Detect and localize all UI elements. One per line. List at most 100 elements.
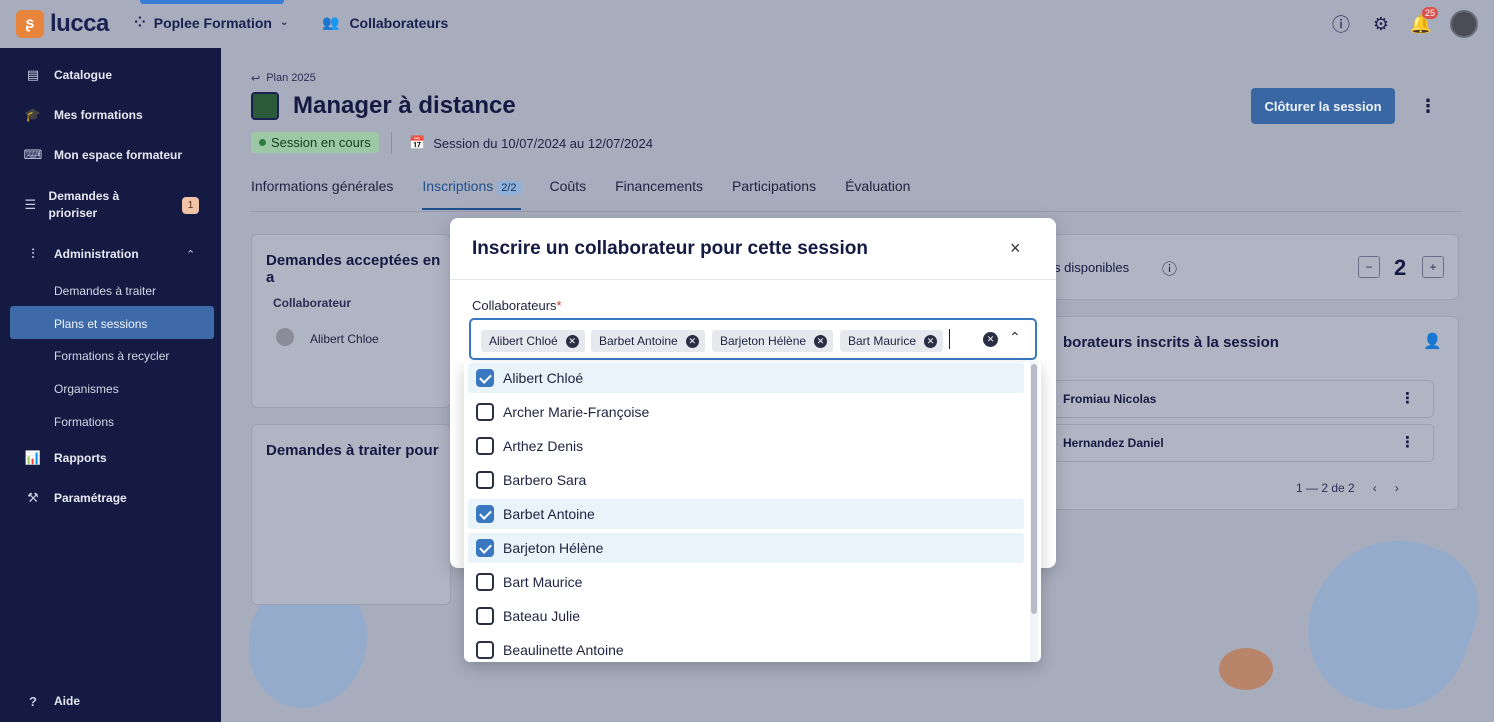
- page-title-text: Manager à distance: [293, 92, 516, 119]
- user-avatar[interactable]: [1450, 10, 1478, 38]
- remove-chip-icon[interactable]: ✕: [814, 334, 828, 348]
- tab-informations[interactable]: Informations générales: [251, 178, 393, 210]
- remove-chip-icon[interactable]: ✕: [565, 334, 579, 348]
- checkbox[interactable]: [476, 539, 494, 557]
- scrollbar-thumb[interactable]: [1031, 364, 1037, 614]
- tab-inscriptions[interactable]: Inscriptions 2/2: [422, 178, 521, 210]
- sidebar-sub-formations-recycler[interactable]: Formations à recycler: [54, 349, 169, 363]
- status-text: Session en cours: [271, 135, 371, 150]
- checkbox[interactable]: [476, 607, 494, 625]
- more-options-icon[interactable]: ⋮: [1400, 389, 1415, 407]
- training-icon: [251, 92, 279, 120]
- sidebar-sub-demandes-traiter[interactable]: Demandes à traiter: [54, 284, 156, 298]
- add-user-icon[interactable]: 👤: [1423, 332, 1442, 350]
- gear-icon[interactable]: ⚙: [1370, 13, 1392, 35]
- list-item[interactable]: Barbet Antoine: [468, 499, 1024, 529]
- decrement-button[interactable]: −: [1358, 256, 1380, 278]
- sidebar-sub-formations[interactable]: Formations: [54, 415, 114, 429]
- sidebar-item-label: Mes formations: [54, 108, 143, 122]
- info-icon[interactable]: ⓘ: [1330, 13, 1352, 35]
- more-options-icon[interactable]: ⋮: [1419, 96, 1437, 117]
- accepted-requests-card: Demandes acceptées en a Collaborateur Al…: [251, 234, 451, 408]
- chevron-down-icon: ⌄: [279, 17, 289, 28]
- sidebar-item-aide[interactable]: ? Aide: [24, 692, 80, 710]
- checkbox[interactable]: [476, 437, 494, 455]
- info-icon: ⓘ: [1162, 261, 1178, 278]
- tab-evaluation[interactable]: Évaluation: [845, 178, 910, 210]
- app-switcher[interactable]: ⁘ Poplee Formation ⌄: [134, 14, 288, 31]
- field-label-text: Collaborateurs: [472, 298, 557, 313]
- checkbox[interactable]: [476, 505, 494, 523]
- checkbox[interactable]: [476, 403, 494, 421]
- option-label: Bateau Julie: [503, 608, 581, 624]
- sidebar-item-mes-formations[interactable]: 🎓 Mes formations: [24, 106, 143, 124]
- tab-couts[interactable]: Coûts: [550, 178, 587, 210]
- status-dot-icon: [259, 139, 266, 146]
- option-label: Beaulinette Antoine: [503, 642, 624, 658]
- list-item[interactable]: Barbero Sara: [468, 465, 1024, 495]
- list-item[interactable]: Alibert Chloé: [468, 363, 1024, 393]
- card-title: Demandes acceptées en a: [266, 252, 441, 286]
- chip-label: Bart Maurice: [848, 334, 917, 348]
- remove-chip-icon[interactable]: ✕: [924, 334, 938, 348]
- sidebar-sub-organismes[interactable]: Organismes: [54, 382, 119, 396]
- close-icon[interactable]: ×: [1010, 238, 1021, 259]
- users-icon: 👥: [322, 14, 340, 30]
- sidebar-item-rapports[interactable]: 📊 Rapports: [24, 449, 107, 467]
- selected-chip: Alibert Chloé ✕: [481, 330, 585, 352]
- list-item[interactable]: Archer Marie-Françoise: [468, 397, 1024, 427]
- breadcrumb[interactable]: ↩ Plan 2025: [251, 72, 316, 85]
- chip-label: Barjeton Hélène: [720, 334, 807, 348]
- enrolled-name: Fromiau Nicolas: [1063, 392, 1157, 406]
- sidebar-sub-plans-sessions[interactable]: Plans et sessions: [54, 317, 147, 331]
- list-item[interactable]: Bateau Julie: [468, 601, 1024, 631]
- list-item[interactable]: Hernandez Daniel ⋮: [1052, 424, 1434, 462]
- bell-icon[interactable]: 🔔 25: [1410, 7, 1438, 35]
- checkbox[interactable]: [476, 369, 494, 387]
- page-title: Manager à distance: [251, 92, 516, 120]
- sidebar-item-espace-formateur[interactable]: ⌨ Mon espace formateur: [24, 146, 182, 164]
- list-item[interactable]: Fromiau Nicolas ⋮: [1052, 380, 1434, 418]
- sidebar-item-administration[interactable]: ⫶ Administration: [24, 245, 138, 263]
- back-arrow-icon: ↩: [251, 73, 261, 85]
- more-options-icon[interactable]: ⋮: [1400, 433, 1415, 451]
- selected-chip: Barjeton Hélène ✕: [712, 330, 834, 352]
- list-item[interactable]: Barjeton Hélène: [468, 533, 1024, 563]
- graduation-icon: 🎓: [24, 107, 42, 122]
- pagination: 1 — 2 de 2 ‹ ›: [1296, 481, 1399, 495]
- collaborators-multiselect[interactable]: Alibert Chloé ✕ Barbet Antoine ✕ Barjeton …: [469, 318, 1037, 360]
- list-item[interactable]: Beaulinette Antoine: [468, 635, 1024, 662]
- module-link[interactable]: 👥 Collaborateurs: [322, 14, 448, 31]
- tabs-divider: [251, 211, 1461, 212]
- decorative-blob: [1286, 515, 1494, 722]
- sidebar: ▤ Catalogue 🎓 Mes formations ⌨ Mon espac…: [0, 48, 221, 722]
- selected-chip: Bart Maurice ✕: [840, 330, 944, 352]
- notification-count: 25: [1421, 7, 1438, 19]
- tab-participations[interactable]: Participations: [732, 178, 816, 210]
- sidebar-item-demandes-prioriser[interactable]: ☰ Demandes à prioriser: [24, 188, 134, 222]
- apps-grid-icon: ⁘: [134, 14, 146, 30]
- chevron-up-icon[interactable]: ⌃: [186, 248, 195, 261]
- card-title: Demandes à traiter pour: [266, 442, 439, 459]
- lucca-logo[interactable]: ʂ lucca: [16, 10, 109, 38]
- sidebar-item-catalogue[interactable]: ▤ Catalogue: [24, 66, 112, 84]
- sidebar-item-parametrage[interactable]: ⚒ Paramétrage: [24, 489, 127, 507]
- close-session-button[interactable]: Clôturer la session: [1251, 88, 1395, 124]
- chevron-left-icon[interactable]: ‹: [1373, 481, 1377, 495]
- breadcrumb-label: Plan 2025: [266, 72, 316, 84]
- table-row[interactable]: Alibert Chloe: [310, 332, 379, 346]
- remove-chip-icon[interactable]: ✕: [685, 334, 699, 348]
- tab-financements[interactable]: Financements: [615, 178, 703, 210]
- chevron-up-icon[interactable]: ⌃: [1009, 329, 1021, 346]
- sidebar-item-label: Aide: [54, 694, 81, 708]
- checkbox[interactable]: [476, 573, 494, 591]
- clear-all-icon[interactable]: ✕: [983, 332, 998, 347]
- checkbox[interactable]: [476, 641, 494, 659]
- topbar-actions: ⓘ ⚙ 🔔 25: [1330, 7, 1478, 38]
- list-item[interactable]: Arthez Denis: [468, 431, 1024, 461]
- logo-text: lucca: [50, 10, 109, 37]
- checkbox[interactable]: [476, 471, 494, 489]
- list-item[interactable]: Bart Maurice: [468, 567, 1024, 597]
- chevron-right-icon[interactable]: ›: [1395, 481, 1399, 495]
- increment-button[interactable]: +: [1422, 256, 1444, 278]
